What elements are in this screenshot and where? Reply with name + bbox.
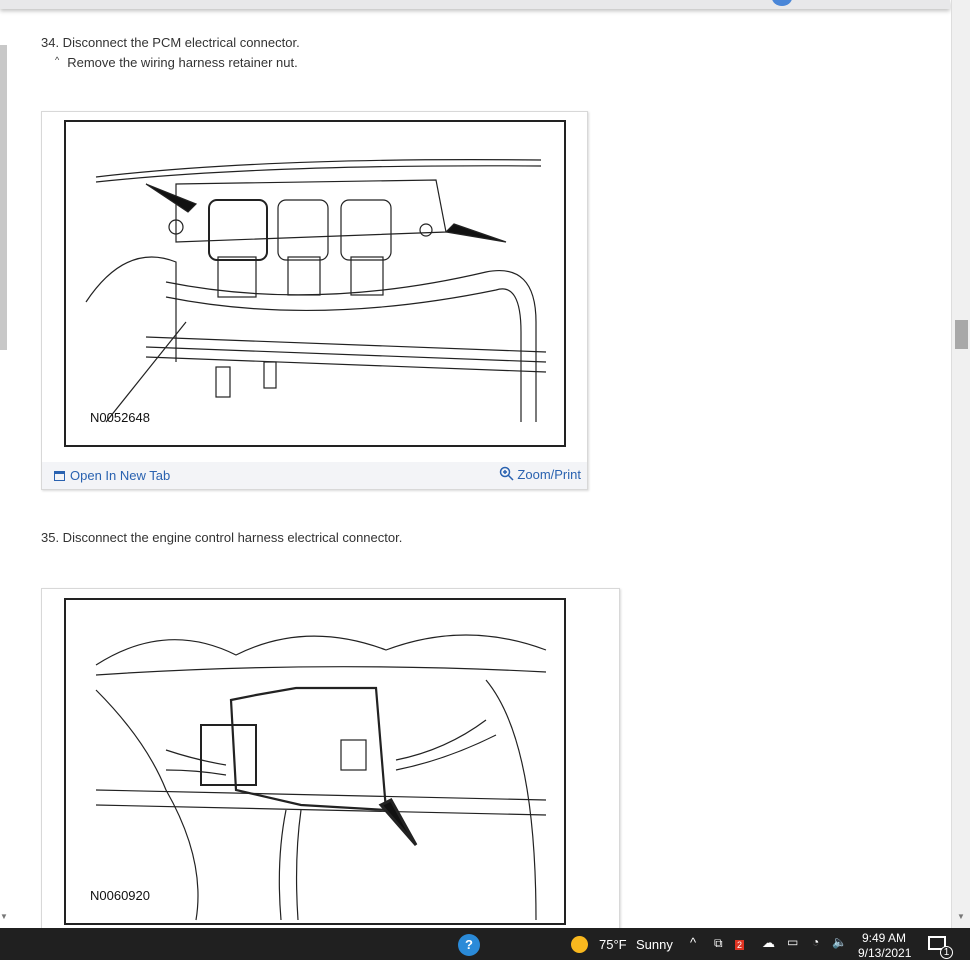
figure-footer: Open In New Tab Zoom/Print bbox=[42, 462, 587, 489]
pcm-connector-illustration[interactable]: N0052648 bbox=[64, 120, 566, 447]
figure-id: N0060920 bbox=[90, 888, 150, 903]
sun-weather-icon[interactable] bbox=[571, 936, 588, 953]
engine-harness-connector-illustration[interactable]: N0060920 bbox=[64, 598, 566, 925]
header-avatar[interactable] bbox=[772, 0, 792, 6]
figure-card-2: N0060920 bbox=[41, 588, 620, 933]
step-34-text: 34. Disconnect the PCM electrical connec… bbox=[41, 35, 300, 50]
open-label: Open In New Tab bbox=[70, 468, 171, 483]
substep-text: Remove the wiring harness retainer nut. bbox=[67, 55, 298, 70]
show-hidden-icons-chevron-icon[interactable]: ^ bbox=[690, 935, 696, 950]
meet-now-icon[interactable]: ⧉ bbox=[714, 936, 723, 951]
left-scroll-down-icon[interactable]: ▼ bbox=[0, 912, 8, 921]
scrollbar-thumb[interactable] bbox=[955, 320, 968, 349]
windows-taskbar: ? 75°F Sunny ^ ⧉ 2 ☁ ▭ ◔ 🔈 9:49 AM 9/13/… bbox=[0, 928, 970, 960]
clock-date[interactable]: 9/13/2021 bbox=[858, 946, 911, 960]
wifi-icon[interactable]: ◔ bbox=[812, 935, 819, 949]
figure-id: N0052648 bbox=[90, 410, 150, 425]
onedrive-icon[interactable]: ☁ bbox=[762, 935, 775, 951]
volume-icon[interactable]: 🔈 bbox=[832, 935, 847, 949]
substep-marker: ^ bbox=[55, 55, 60, 65]
browser-header-bar bbox=[0, 0, 950, 9]
scroll-down-icon[interactable]: ▼ bbox=[957, 912, 965, 921]
weather-temp[interactable]: 75°F bbox=[599, 937, 627, 952]
zoom-in-icon bbox=[500, 466, 514, 481]
notification-count: 1 bbox=[940, 946, 953, 959]
battery-icon[interactable]: ▭ bbox=[787, 935, 798, 949]
left-scrollbar[interactable] bbox=[0, 45, 7, 350]
zoom-label: Zoom/Print bbox=[517, 466, 581, 482]
clock-time[interactable]: 9:49 AM bbox=[862, 931, 906, 945]
page-scrollbar[interactable]: ▼ bbox=[951, 0, 970, 928]
dropbox-badge[interactable]: 2 bbox=[735, 940, 745, 950]
help-app-icon[interactable]: ? bbox=[458, 934, 480, 956]
figure-card-1: N0052648 Open In New Tab Zoom/Print bbox=[41, 111, 588, 490]
step-34-substep: ^ Remove the wiring harness retainer nut. bbox=[55, 55, 298, 70]
open-in-new-tab-link[interactable]: Open In New Tab bbox=[54, 468, 170, 483]
step-35-text: 35. Disconnect the engine control harnes… bbox=[41, 530, 403, 545]
weather-text[interactable]: Sunny bbox=[636, 937, 673, 952]
zoom-print-link[interactable]: Zoom/Print bbox=[499, 466, 581, 482]
open-new-tab-icon bbox=[54, 470, 65, 481]
